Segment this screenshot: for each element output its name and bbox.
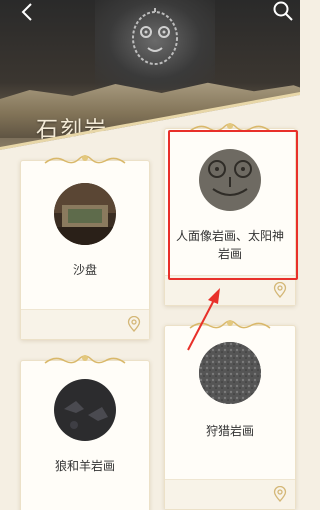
highlight-box [168, 130, 298, 280]
exhibit-card-wolf-sheep-petroglyph[interactable]: 狼和羊岩画 [20, 355, 150, 510]
chevron-left-icon [21, 3, 32, 21]
search-button[interactable] [272, 0, 294, 22]
exhibit-card-sand-table[interactable]: 沙盘 [20, 155, 150, 340]
search-icon [273, 1, 293, 21]
ornament-icon [44, 355, 126, 364]
hero-petroglyph-face [132, 8, 178, 65]
card-label: 沙盘 [72, 263, 97, 277]
card-footer [165, 479, 295, 509]
card-label: 狩猎岩画 [205, 424, 254, 438]
back-button[interactable] [18, 2, 38, 22]
location-pin-icon[interactable] [127, 316, 141, 332]
card-footer [21, 309, 149, 339]
wolf-sheep-thumbnail [54, 379, 116, 441]
hunting-petroglyph-thumbnail [199, 342, 261, 404]
ornament-icon [44, 155, 126, 164]
sand-table-thumbnail [54, 183, 116, 245]
card-label: 狼和羊岩画 [54, 459, 115, 473]
ornament-icon [189, 320, 271, 329]
exhibit-card-hunting-petroglyph[interactable]: 狩猎岩画 [164, 320, 296, 510]
location-pin-icon[interactable] [273, 486, 287, 502]
location-pin-icon[interactable] [273, 282, 287, 298]
